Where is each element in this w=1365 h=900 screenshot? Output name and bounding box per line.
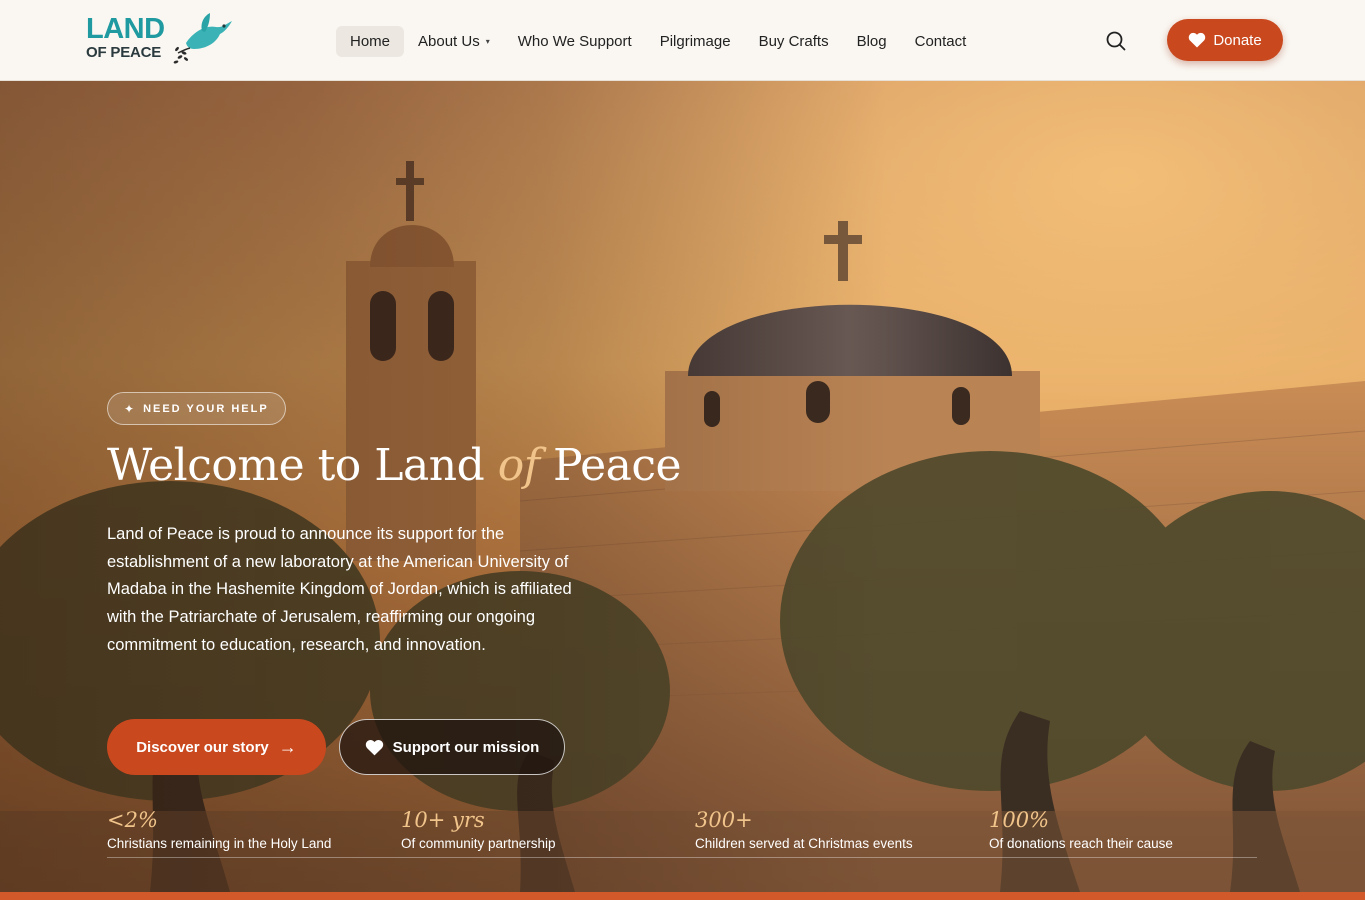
discover-story-label: Discover our story: [136, 738, 269, 756]
hero-title-part2: Peace: [539, 440, 682, 491]
dove-icon: [173, 13, 232, 64]
logo-text: LAND OF PEACE: [86, 13, 165, 61]
nav-pilgrimage[interactable]: Pilgrimage: [646, 26, 745, 57]
donate-button[interactable]: Donate: [1167, 19, 1283, 61]
heart-icon: [365, 739, 383, 755]
nav-contact-label: Contact: [914, 33, 967, 50]
nav-about-us[interactable]: About Us ▾: [404, 26, 504, 57]
discover-story-button[interactable]: Discover our story →: [107, 719, 326, 775]
need-help-badge: ✦ NEED YOUR HELP: [107, 392, 286, 425]
hero-section: ✦ NEED YOUR HELP Welcome to Land of Peac…: [0, 81, 1365, 892]
stat-value: 10+ yrs: [401, 808, 485, 832]
site-logo[interactable]: LAND OF PEACE: [86, 13, 236, 69]
hero-title-of: of: [497, 440, 540, 491]
sparkle-icon: ✦: [124, 401, 137, 416]
hero-description: Land of Peace is proud to announce its s…: [107, 525, 572, 654]
stat-children: 300+ Children served at Christmas events: [695, 806, 913, 851]
nav-buy-crafts-label: Buy Crafts: [758, 33, 829, 50]
logo-line1: LAND: [86, 13, 165, 45]
nav-blog-label: Blog: [856, 33, 887, 50]
nav-buy-crafts[interactable]: Buy Crafts: [745, 26, 843, 57]
nav-about-us-label: About Us: [418, 33, 480, 50]
nav-home[interactable]: Home: [336, 26, 405, 57]
bottom-accent-bar: [0, 892, 1365, 900]
site-header: LAND OF PEACE Home About Us ▾ Who We Supp…: [0, 0, 1365, 81]
chevron-down-icon: ▾: [485, 37, 490, 46]
stat-label: Christians remaining in the Holy Land: [107, 836, 332, 851]
heart-icon: [1189, 32, 1206, 48]
nav-blog[interactable]: Blog: [843, 26, 901, 57]
stat-label: Children served at Christmas events: [695, 836, 913, 851]
stat-value: <2%: [107, 808, 158, 832]
nav-pilgrimage-label: Pilgrimage: [659, 33, 731, 50]
stats-divider: [107, 857, 1257, 858]
stat-christians: <2% Christians remaining in the Holy Lan…: [107, 806, 331, 851]
badge-label: NEED YOUR HELP: [143, 402, 269, 415]
nav-home-label: Home: [350, 33, 391, 50]
arrow-right-icon: →: [278, 736, 297, 757]
search-button[interactable]: [1104, 29, 1128, 53]
stat-donations: 100% Of donations reach their cause: [989, 806, 1173, 851]
logo-line2: OF PEACE: [86, 44, 162, 61]
hero-title-part1: Welcome to Land: [107, 440, 498, 491]
stat-value: 100%: [989, 808, 1050, 832]
support-mission-button[interactable]: Support our mission: [339, 719, 565, 775]
stat-partnership: 10+ yrs Of community partnership: [401, 806, 556, 851]
nav-contact[interactable]: Contact: [901, 26, 981, 57]
search-icon: [1106, 31, 1126, 51]
donate-label: Donate: [1213, 31, 1262, 49]
stat-value: 300+: [695, 808, 753, 832]
stat-label: Of community partnership: [401, 836, 556, 851]
support-mission-label: Support our mission: [392, 738, 540, 756]
nav-who-we-support-label: Who We Support: [517, 33, 632, 50]
hero-title: Welcome to Land of Peace: [107, 440, 682, 491]
main-nav: Home About Us ▾ Who We Support Pilgrimage…: [336, 26, 980, 57]
nav-who-we-support[interactable]: Who We Support: [504, 26, 646, 57]
stat-label: Of donations reach their cause: [989, 836, 1173, 851]
